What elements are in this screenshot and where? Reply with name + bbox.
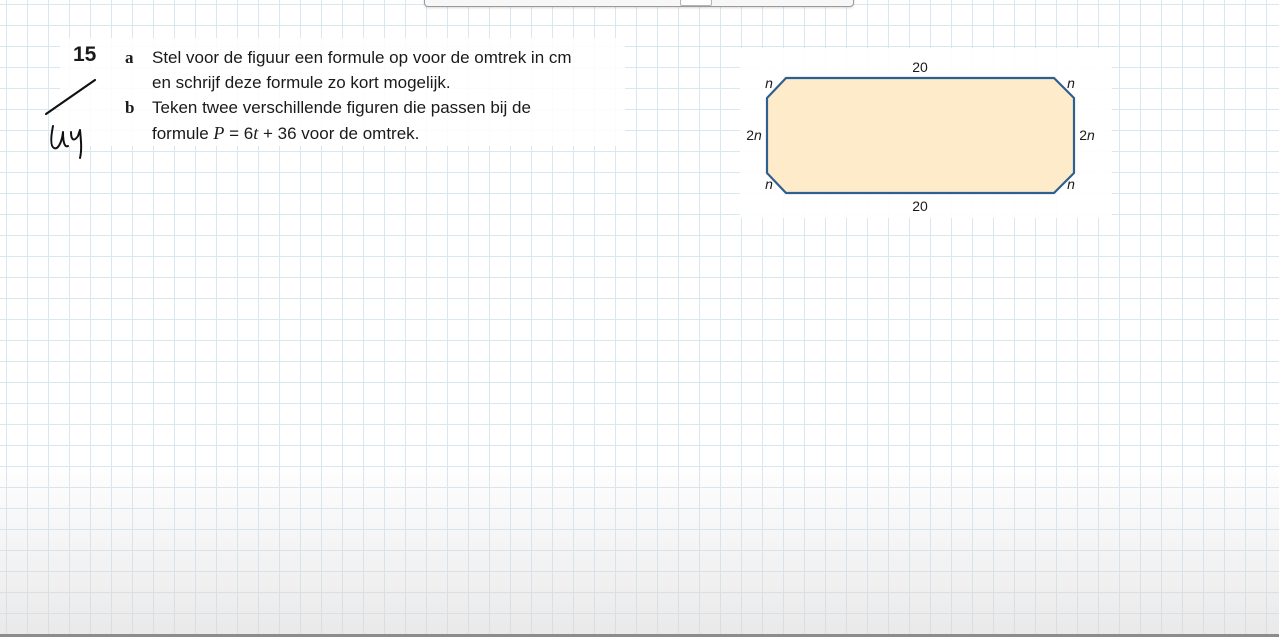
octagon-figure: 20 20 n n n n 2n 2n: [746, 59, 1095, 214]
label-right-side: 2n: [1079, 127, 1095, 143]
octagon-shape: [765, 76, 1076, 195]
label-left-side: 2n: [746, 127, 762, 143]
part-b-letter: b: [125, 98, 135, 117]
floating-toolbar[interactable]: [424, 0, 854, 7]
label-left-num: 2: [746, 127, 754, 143]
label-top: 20: [912, 59, 928, 75]
formula-prefix: formule: [152, 124, 214, 143]
label-left-var: n: [754, 127, 762, 143]
label-top-right-corner: n: [1067, 75, 1075, 91]
bottom-shade: [0, 460, 1279, 637]
handwritten-note: [44, 78, 97, 159]
handwritten-letter-y: [70, 129, 83, 159]
part-a-line-1: Stel voor de figuur een formule op voor …: [152, 48, 572, 67]
part-b-line-1: Teken twee verschillende figuren die pas…: [152, 98, 531, 117]
handwritten-slash: [44, 78, 97, 116]
toolbar-handle[interactable]: [680, 0, 712, 6]
part-a-letter: a: [125, 48, 134, 67]
label-right-var: n: [1087, 127, 1095, 143]
label-bottom-right-corner: n: [1067, 176, 1075, 192]
figure-panel: 20 20 n n n n 2n 2n: [740, 48, 1112, 218]
part-b-line-2: formule P = 6t + 36 voor de omtrek.: [152, 123, 419, 144]
formula-mid: = 6: [224, 124, 254, 143]
exercise-number: 15: [73, 43, 97, 66]
formula-suffix: + 36 voor de omtrek.: [258, 124, 420, 143]
handwritten-letter-u: [50, 125, 69, 150]
part-a-line-2: en schrijf deze formule zo kort mogelijk…: [152, 73, 451, 92]
label-bottom: 20: [912, 198, 928, 214]
formula-var-p: P: [213, 123, 225, 143]
label-bottom-left-corner: n: [765, 176, 773, 192]
label-top-left-corner: n: [765, 75, 773, 91]
label-right-num: 2: [1079, 127, 1087, 143]
